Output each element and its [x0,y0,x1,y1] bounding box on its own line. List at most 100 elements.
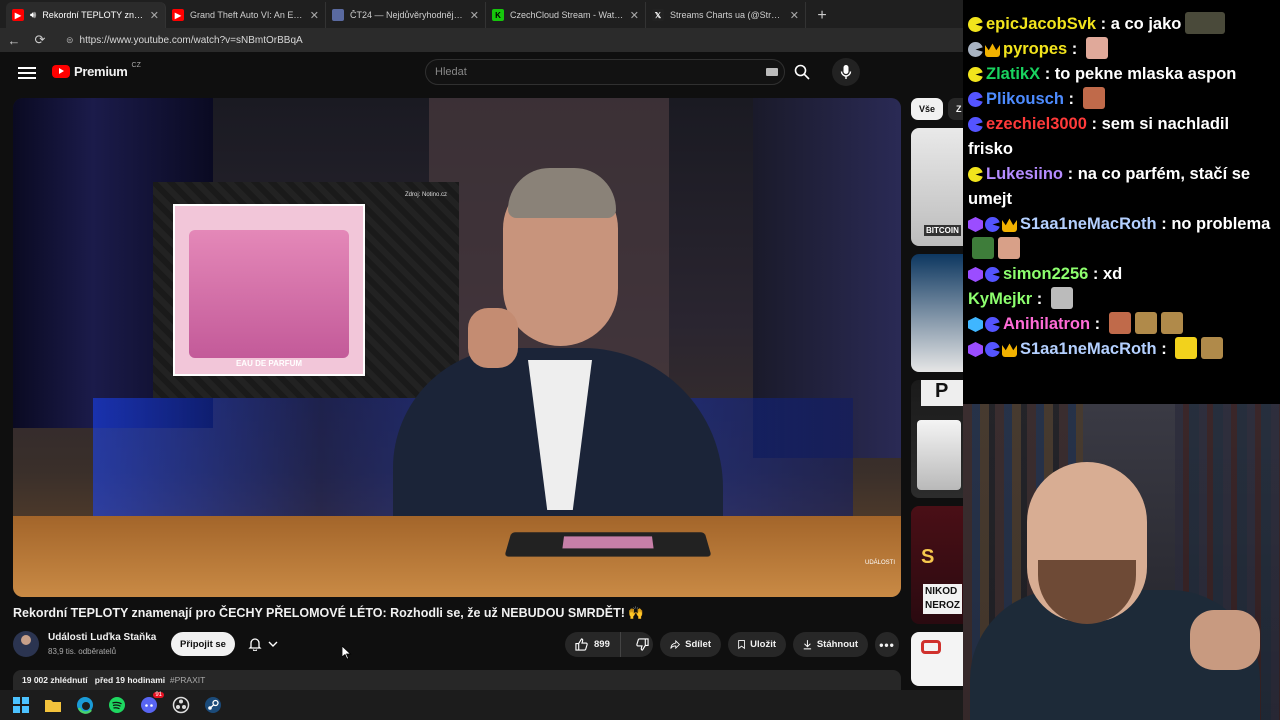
kick-favicon-icon: K [492,9,504,21]
channel-watermark: UDÁLOSTI [865,560,896,566]
ct-logo-icon [921,640,941,654]
chat-separator: : [1063,90,1079,108]
pacman-blue-badge-icon [985,317,1000,332]
recommended-video-thumbnail[interactable]: P [911,380,963,498]
recommended-video-thumbnail[interactable] [911,254,963,372]
site-info-icon[interactable]: ⊜ [66,35,74,46]
mouse-cursor-icon [342,646,352,660]
crown-badge-icon [1002,218,1017,232]
windows-start-icon[interactable] [12,696,30,714]
save-button[interactable]: Uložit [728,632,786,657]
recommended-video-thumbnail[interactable]: BITCOIN [911,128,963,246]
pacman-blue-badge-icon [968,117,983,132]
download-button[interactable]: Stáhnout [793,632,868,657]
tablet-screen [562,536,654,549]
chat-username[interactable]: pyropes [1003,40,1067,58]
like-button[interactable]: 899 [565,632,621,657]
chat-message: pyropes : [963,37,1280,62]
browser-tab[interactable]: 𝕏 Streams Charts ua (@StreamsChar ✕ [646,2,806,28]
chat-emote-icon [1108,312,1131,334]
dislike-button[interactable] [626,632,659,657]
obs-icon[interactable] [172,696,190,714]
close-tab-icon[interactable]: ✕ [790,9,799,22]
channel-name[interactable]: Události Luďka Staňka [48,632,156,643]
chat-username[interactable]: Plikousch [986,90,1064,108]
save-label: Uložit [750,639,776,650]
keyboard-icon[interactable] [766,68,778,76]
chat-username[interactable]: S1aa1neMacRoth [1020,340,1157,358]
share-label: Sdílet [685,639,711,650]
chat-message: ezechiel3000 : sem si nachladil frisko [963,112,1280,162]
chat-message: epicJacobSvk : a co jako [963,12,1280,37]
chat-text: to pekne mlaska aspon [1054,65,1237,83]
browser-tab[interactable]: ▶ 🔊︎ Rekordní TEPLOTY znamenají ✕ [6,2,166,28]
new-tab-button[interactable]: + [810,4,834,28]
recommended-video-thumbnail[interactable]: S NIKOD NEROZ [911,506,963,624]
chat-username[interactable]: Lukesiino [986,165,1063,183]
cube-badge-icon [968,342,983,357]
close-tab-icon[interactable]: ✕ [470,9,479,22]
chat-username[interactable]: simon2256 [1003,265,1088,283]
chat-username[interactable]: epicJacobSvk [986,15,1096,33]
share-button[interactable]: Sdílet [660,632,721,657]
chat-emote-icon [1201,337,1224,359]
spotify-icon[interactable] [108,696,126,714]
discord-icon[interactable]: 91 [140,692,164,714]
reload-icon[interactable]: ⟳ [32,32,48,48]
close-tab-icon[interactable]: ✕ [150,9,159,22]
chat-separator: : [1090,315,1105,333]
search-button[interactable] [786,59,818,85]
chat-separator: : [1086,115,1102,133]
share-arrow-icon [670,639,681,650]
description-box[interactable]: 19 002 zhlédnutí před 19 hodinami #PRAXI… [13,670,901,690]
hashtag-link[interactable]: #PRAXIT [170,675,205,685]
back-arrow-icon[interactable]: ← [6,32,22,48]
hamburger-menu-icon[interactable] [18,64,36,82]
browser-tab[interactable]: ▶ Grand Theft Auto VI: An Extended ✕ [166,2,326,28]
file-explorer-icon[interactable] [44,696,62,714]
pacman-gray-badge-icon [968,42,983,57]
search-input[interactable]: Hledat [425,59,785,85]
chip-all[interactable]: Vše [911,98,943,120]
chat-message: KyMejkr : [963,287,1280,312]
chat-username[interactable]: ezechiel3000 [986,115,1087,133]
thumbnail-console-image [917,420,961,490]
chat-username[interactable]: KyMejkr [968,290,1032,308]
chat-badges [968,317,1000,332]
chat-message: S1aa1neMacRoth : no problema [963,212,1280,262]
tab-title: Grand Theft Auto VI: An Extended [190,10,304,20]
more-actions-button[interactable]: ••• [875,632,899,657]
download-icon [803,640,812,650]
chat-separator: : [1096,15,1111,33]
edge-browser-icon[interactable] [76,696,94,714]
chat-username[interactable]: Anihilatron [1003,315,1090,333]
view-count: 19 002 zhlédnutí [22,675,88,685]
browser-tab[interactable]: K CzechCloud Stream - Watch Live c ✕ [486,2,646,28]
youtube-logo[interactable]: Premium CZ [52,62,141,79]
tab-title: CzechCloud Stream - Watch Live c [510,10,624,20]
close-tab-icon[interactable]: ✕ [310,9,319,22]
thumbnail-text: S [921,546,935,568]
recommended-video-thumbnail[interactable] [911,632,963,686]
url-field[interactable]: ⊜ https://www.youtube.com/watch?v=sNBmtO… [58,31,311,49]
close-tab-icon[interactable]: ✕ [630,9,639,22]
search-icon [794,64,810,80]
tablet [504,532,712,557]
youtube-favicon-icon: ▶ [12,9,24,21]
tab-title: Rekordní TEPLOTY znamenají [42,10,143,20]
chat-separator: : [1156,215,1172,233]
join-button[interactable]: Připojit se [171,632,235,656]
chat-username[interactable]: ZlatikX [986,65,1040,83]
speaker-icon[interactable]: 🔊︎ [30,10,36,21]
chat-text: xd [1102,265,1123,283]
browser-tab[interactable]: ČT24 — Nejdůvěryhodnější zprav ✕ [326,2,486,28]
notifications-button[interactable] [240,632,286,656]
chat-username[interactable]: S1aa1neMacRoth [1020,215,1157,233]
channel-avatar[interactable] [13,631,39,657]
video-player[interactable]: EAU DE PARFUM Zdroj: Notino.cz UDÁLOSTI [13,98,901,597]
download-label: Stáhnout [816,639,858,650]
voice-search-button[interactable] [832,58,860,86]
steam-icon[interactable] [204,696,222,714]
chat-badges [968,42,1000,57]
brand-text: Premium [74,64,128,79]
